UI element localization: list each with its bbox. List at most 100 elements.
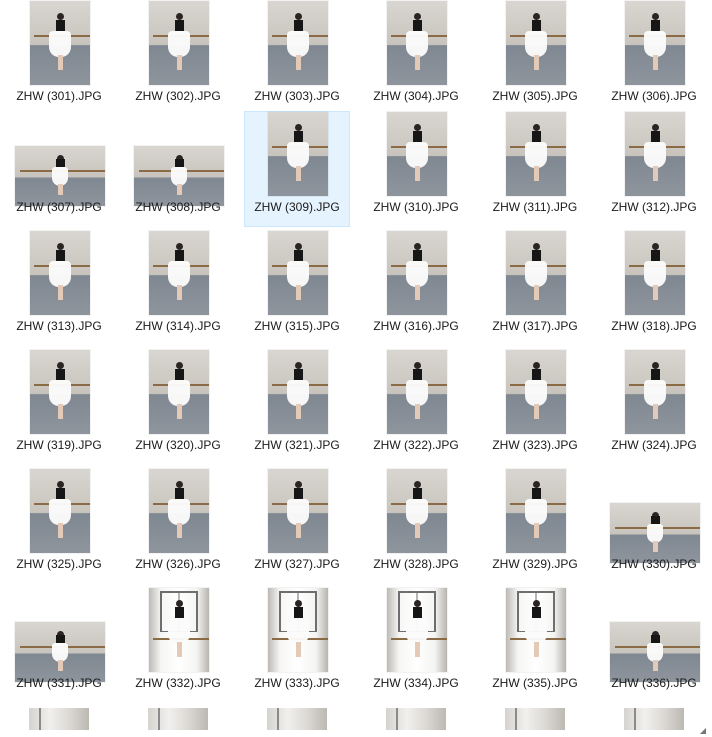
dancer-torso [413,606,422,618]
partial-thumbnail[interactable] [148,708,208,730]
dancer-figure [287,8,309,75]
file-tile[interactable]: ZHW (323).JPG [482,349,588,465]
file-name-label: ZHW (308).JPG [135,200,221,214]
dancer-legs [534,403,539,419]
image-thumbnail [30,469,90,553]
file-tile[interactable]: ZHW (318).JPG [601,230,707,346]
file-tile[interactable]: ZHW (314).JPG [125,230,231,346]
file-tile[interactable]: ZHW (326).JPG [125,468,231,584]
dancer-skirt [49,260,71,288]
image-thumbnail [149,1,209,85]
file-tile[interactable]: ZHW (322).JPG [363,349,469,465]
dancer-figure [287,595,309,662]
image-thumbnail [506,588,566,672]
file-tile[interactable]: ZHW (329).JPG [482,468,588,584]
file-tile[interactable]: ZHW (302).JPG [125,0,231,116]
file-tile[interactable]: ZHW (332).JPG [125,587,231,703]
file-tile[interactable]: ZHW (311).JPG [482,111,588,227]
dancer-torso [175,249,184,261]
thumbnail-frame [247,350,349,436]
file-tile[interactable]: ZHW (315).JPG [244,230,350,346]
file-tile[interactable]: ZHW (330).JPG [601,468,707,584]
dancer-torso [651,249,660,261]
partial-thumbnail[interactable] [624,708,684,730]
dancer-torso [532,368,541,380]
file-tile[interactable]: ZHW (310).JPG [363,111,469,227]
dancer-torso [413,249,422,261]
partial-thumbnail[interactable] [267,708,327,730]
file-tile[interactable]: ZHW (319).JPG [6,349,112,465]
file-tile[interactable]: ZHW (304).JPG [363,0,469,116]
file-tile[interactable]: ZHW (301).JPG [6,0,112,116]
file-tile[interactable]: ZHW (325).JPG [6,468,112,584]
thumbnail-frame [9,231,111,317]
dancer-skirt [168,30,190,58]
file-tile[interactable]: ZHW (334).JPG [363,587,469,703]
file-tile[interactable]: ZHW (317).JPG [482,230,588,346]
thumbnail-frame [485,350,587,436]
thumbnail-frame [9,469,111,555]
dancer-torso [532,19,541,31]
file-tile[interactable]: ZHW (331).JPG [6,587,112,703]
file-name-label: ZHW (336).JPG [611,676,697,690]
file-tile[interactable]: ZHW (308).JPG [125,111,231,227]
dancer-figure [525,238,547,305]
dancer-torso [413,487,422,499]
dancer-torso [175,19,184,31]
file-tile[interactable]: ZHW (312).JPG [601,111,707,227]
dancer-skirt [644,30,666,58]
file-name-label: ZHW (309).JPG [254,200,340,214]
dancer-figure [52,151,68,199]
dancer-torso [294,487,303,499]
file-tile[interactable]: ZHW (309).JPG [244,111,350,227]
dancer-torso [175,487,184,499]
file-tile[interactable]: ZHW (303).JPG [244,0,350,116]
file-tile[interactable]: ZHW (321).JPG [244,349,350,465]
file-tile[interactable]: ZHW (324).JPG [601,349,707,465]
file-name-label: ZHW (319).JPG [16,438,102,452]
dancer-figure [406,357,428,424]
file-name-label: ZHW (335).JPG [492,676,578,690]
file-tile[interactable]: ZHW (327).JPG [244,468,350,584]
file-tile[interactable]: ZHW (336).JPG [601,587,707,703]
dancer-figure [287,238,309,305]
file-tile[interactable]: ZHW (306).JPG [601,0,707,116]
dancer-figure [168,8,190,75]
thumbnail-frame [485,231,587,317]
image-thumbnail [30,1,90,85]
thumbnail-frame [485,1,587,87]
dancer-torso [175,159,184,168]
file-tile[interactable]: ZHW (313).JPG [6,230,112,346]
file-tile[interactable]: ZHW (333).JPG [244,587,350,703]
dancer-torso [294,130,303,142]
dancer-figure [52,627,68,675]
dancer-legs [177,641,182,657]
file-tile[interactable]: ZHW (305).JPG [482,0,588,116]
file-tile[interactable]: ZHW (320).JPG [125,349,231,465]
dancer-torso [175,606,184,618]
file-name-label: ZHW (332).JPG [135,676,221,690]
file-tile[interactable]: ZHW (307).JPG [6,111,112,227]
dancer-torso [56,249,65,261]
file-name-label: ZHW (324).JPG [611,438,697,452]
file-tile[interactable]: ZHW (335).JPG [482,587,588,703]
image-thumbnail [610,503,700,563]
dancer-torso [294,606,303,618]
dancer-figure [287,476,309,543]
thumbnail-frame [366,231,468,317]
dancer-skirt [525,498,547,526]
file-tile[interactable]: ZHW (316).JPG [363,230,469,346]
dancer-figure [49,238,71,305]
dancer-skirt [406,260,428,288]
dancer-torso [56,635,65,644]
partial-thumbnail[interactable] [29,708,89,730]
partial-thumbnail[interactable] [505,708,565,730]
file-name-label: ZHW (302).JPG [135,89,221,103]
file-name-label: ZHW (306).JPG [611,89,697,103]
dancer-skirt [525,30,547,58]
partial-thumbnail[interactable] [386,708,446,730]
resize-grip-icon[interactable]: ◢ [700,726,706,735]
dancer-legs [296,284,301,300]
file-tile[interactable]: ZHW (328).JPG [363,468,469,584]
dancer-skirt [287,141,309,169]
